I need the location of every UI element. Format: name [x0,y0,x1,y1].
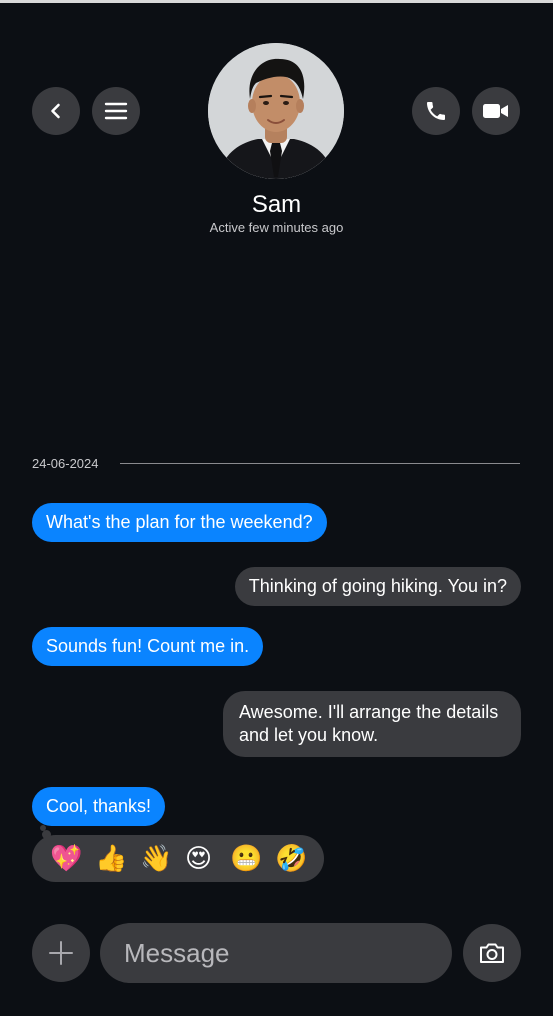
hamburger-menu-icon [104,102,128,120]
camera-button[interactable] [463,924,521,982]
contact-status: Active few minutes ago [209,220,344,235]
top-edge-line [0,0,553,3]
message-input[interactable] [100,923,452,983]
camera-icon [480,943,504,963]
contact-name: Sam [251,191,302,218]
grimacing-face-icon[interactable]: 😬 [230,839,275,879]
back-button[interactable] [32,87,80,135]
video-call-button[interactable] [472,87,520,135]
date-separator: 24-06-2024 [32,456,520,472]
reaction-picker: 💖 👍 👋 😍 😬 🤣 [32,835,324,882]
menu-button[interactable] [92,87,140,135]
divider [120,463,520,464]
message-bubble-incoming[interactable]: Cool, thanks! [32,787,166,826]
rolling-laughing-icon[interactable]: 🤣 [275,839,320,879]
message-bubble-outgoing[interactable]: Awesome. I'll arrange the details and le… [223,691,521,757]
phone-icon [427,102,445,120]
sparkling-heart-icon[interactable]: 💖 [50,839,95,879]
date-label: 24-06-2024 [32,456,99,471]
video-camera-icon [483,104,508,118]
thumbs-up-icon[interactable]: 👍 [95,839,140,879]
waving-hand-icon[interactable]: 👋 [140,839,185,879]
contact-avatar[interactable] [208,43,344,179]
person-portrait-icon [208,43,344,179]
plus-icon [49,941,73,965]
message-bubble-incoming[interactable]: What's the plan for the weekend? [32,503,327,542]
call-button[interactable] [412,87,460,135]
heart-eyes-icon[interactable]: 😍 [185,839,230,879]
add-attachment-button[interactable] [32,924,90,982]
message-bubble-outgoing[interactable]: Thinking of going hiking. You in? [234,567,521,606]
message-bubble-incoming[interactable]: Sounds fun! Count me in. [32,627,264,666]
chevron-left-icon [51,103,60,119]
